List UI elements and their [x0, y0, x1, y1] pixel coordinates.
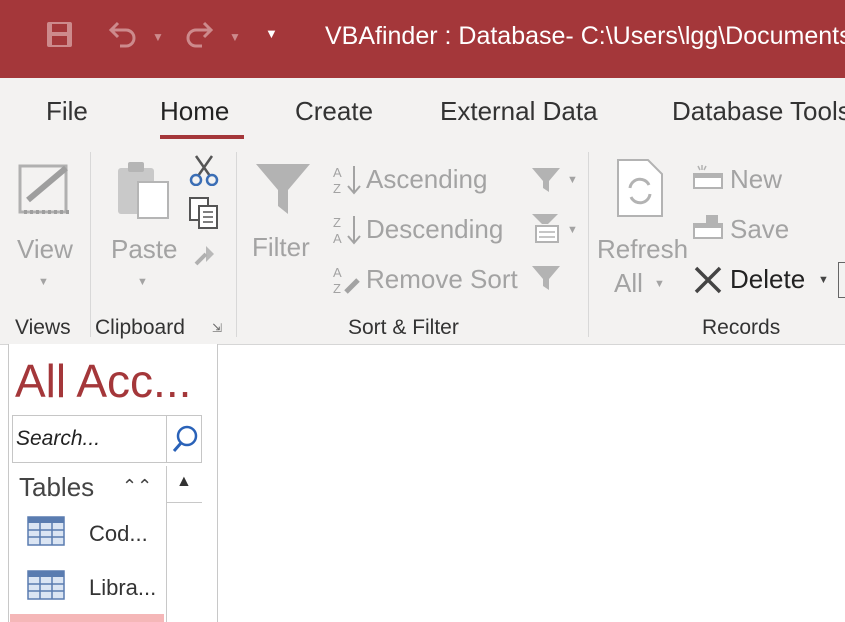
save-icon[interactable] — [46, 21, 73, 48]
nav-item-table[interactable]: Cod... — [27, 514, 162, 554]
search-input[interactable] — [13, 416, 166, 462]
svg-text:Z: Z — [333, 281, 341, 296]
paste-button[interactable]: Paste ▼ — [102, 154, 184, 304]
clipboard-launcher-icon[interactable]: ⇲ — [212, 321, 222, 335]
search-button[interactable] — [166, 416, 202, 462]
svg-text:Z: Z — [333, 181, 341, 196]
undo-icon[interactable] — [108, 20, 138, 48]
save-record-icon — [693, 215, 723, 239]
delete-label: Delete — [730, 264, 806, 294]
remove-sort-button[interactable]: A Z Remove Sort — [330, 262, 530, 298]
window-title: VBAfinder : Database- C:\Users\lgg\Docum… — [325, 22, 845, 50]
tables-section-header[interactable]: Tables — [19, 472, 94, 503]
search-icon — [172, 425, 198, 452]
table-icon — [27, 570, 65, 600]
view-icon — [18, 164, 72, 214]
paste-label: Paste — [111, 234, 178, 264]
descending-label: Descending — [366, 214, 504, 244]
search-box — [12, 415, 202, 463]
view-dropdown-icon: ▼ — [38, 276, 49, 288]
remove-sort-label: Remove Sort — [366, 264, 518, 294]
views-group-label: Views — [15, 316, 71, 339]
active-tab-indicator — [160, 135, 244, 139]
chevron-up-icon: ▲ — [176, 473, 192, 490]
scroll-up-button[interactable]: ▲ — [167, 466, 202, 503]
filter-label: Filter — [252, 232, 310, 262]
svg-text:A: A — [333, 265, 342, 280]
refresh-icon — [617, 159, 663, 217]
save-record-button[interactable]: Save — [690, 212, 800, 248]
refresh-all-label: All — [614, 268, 643, 298]
customize-icon[interactable]: ▼ — [265, 26, 278, 41]
save-label: Save — [730, 214, 790, 244]
collapse-section-icon[interactable]: ⌃⌃ — [122, 476, 152, 497]
delete-record-button[interactable]: Delete ▼ — [690, 262, 840, 298]
tab-database-tools[interactable]: Database Tools — [672, 96, 845, 127]
format-painter-icon[interactable] — [192, 242, 218, 268]
advanced-filter-icon[interactable] — [530, 212, 562, 246]
tab-file[interactable]: File — [46, 96, 88, 127]
copy-icon[interactable] — [188, 196, 220, 230]
svg-text:A: A — [333, 231, 342, 246]
advanced-dropdown-icon[interactable]: ▼ — [567, 224, 578, 236]
tab-home[interactable]: Home — [160, 96, 229, 127]
clipboard-group-label: Clipboard — [95, 316, 185, 339]
divider — [236, 152, 237, 337]
title-bar: ▼ ▼ ▼ VBAfinder : Database- C:\Users\lgg… — [0, 0, 845, 78]
remove-sort-icon: A Z — [333, 265, 360, 296]
descending-button[interactable]: Z A Descending — [330, 212, 520, 248]
sort-filter-group-label: Sort & Filter — [348, 316, 459, 339]
vertical-scrollbar[interactable]: ▲ — [166, 466, 202, 622]
paste-dropdown-icon: ▼ — [137, 276, 148, 288]
ascending-label: Ascending — [366, 164, 488, 194]
table-icon — [27, 516, 65, 546]
view-button[interactable]: View ▼ — [10, 154, 80, 304]
tab-create[interactable]: Create — [295, 96, 373, 127]
filter-icon — [256, 164, 310, 214]
delete-icon — [694, 266, 722, 294]
selection-dropdown-icon[interactable]: ▼ — [567, 174, 578, 186]
selected-list-item[interactable] — [10, 614, 164, 622]
nav-item-table[interactable]: Libra... — [27, 568, 162, 608]
divider — [588, 152, 589, 337]
sort-descending-icon: Z A — [333, 215, 361, 246]
tab-external-data[interactable]: External Data — [440, 96, 598, 127]
new-label: New — [730, 164, 783, 194]
filter-button[interactable]: Filter — [248, 154, 318, 304]
ribbon-scroll-edge — [838, 262, 845, 298]
selection-filter-icon[interactable] — [530, 164, 562, 196]
nav-pane-title[interactable]: All Acc... — [15, 354, 191, 408]
view-label: View — [17, 234, 73, 264]
svg-text:Z: Z — [333, 215, 341, 230]
delete-dropdown-icon[interactable]: ▼ — [818, 274, 829, 286]
navigation-pane: All Acc... Tables ⌃⌃ Cod... Libra... ▲ — [8, 344, 218, 622]
new-record-icon — [693, 165, 723, 189]
ascending-button[interactable]: A Z Ascending — [330, 162, 520, 198]
sort-ascending-icon: A Z — [333, 165, 361, 196]
cut-icon[interactable] — [188, 154, 220, 186]
undo-dropdown-icon[interactable]: ▼ — [152, 30, 164, 44]
nav-item-label: Cod... — [89, 521, 148, 546]
ribbon-tabs: File Home Create External Data Database … — [0, 78, 845, 144]
redo-dropdown-icon[interactable]: ▼ — [229, 30, 241, 44]
ribbon: View ▼ Views Paste ▼ Clipboard ⇲ Filter — [0, 144, 845, 345]
new-record-button[interactable]: New — [690, 162, 800, 198]
refresh-label: Refresh — [597, 234, 689, 264]
refresh-dropdown-icon: ▼ — [654, 278, 665, 290]
redo-icon[interactable] — [184, 20, 214, 48]
nav-item-label: Libra... — [89, 575, 157, 600]
refresh-all-button[interactable]: Refresh All ▼ — [594, 154, 689, 304]
toggle-filter-icon[interactable] — [530, 262, 562, 294]
paste-icon — [118, 162, 169, 219]
divider — [90, 152, 91, 337]
svg-text:A: A — [333, 165, 342, 180]
records-group-label: Records — [702, 316, 781, 339]
